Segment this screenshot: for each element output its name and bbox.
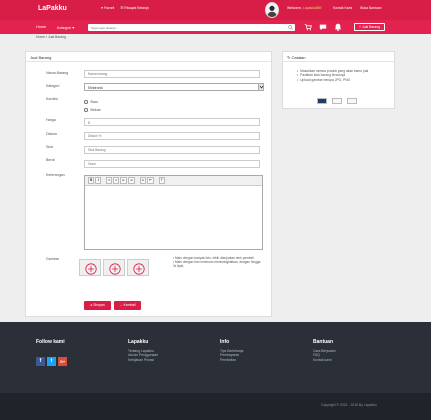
bantuan-link[interactable]: Buka Bantuan (360, 6, 381, 10)
search-box (88, 24, 295, 31)
catatan-title: ✎ Catatan (283, 52, 394, 62)
message-icon[interactable] (319, 23, 327, 31)
kontak-link[interactable]: Kontak Kami (333, 6, 352, 10)
label-kategori: Kategori (46, 84, 60, 88)
berat-input[interactable] (84, 160, 260, 168)
label-keterangan: Keterangan (46, 173, 65, 177)
chevron-down-icon (258, 84, 264, 90)
catatan-panel: ✎ Catatan Masukkan semua produk yang aka… (282, 51, 395, 109)
footer-lapakku-title: Lapakku (128, 339, 149, 345)
label-stok: Stok (46, 145, 54, 149)
edit-icon: ✎ (287, 55, 291, 60)
bank-logo-icon (332, 98, 342, 104)
radio-circle[interactable] (84, 108, 88, 112)
footer-bantuan-links: Cara Berjualan FAQ Kontak kami (313, 349, 336, 362)
label-gambar: Gambar (46, 257, 59, 261)
outdent-button[interactable]: ⇤ (120, 177, 127, 184)
keterangan-editor[interactable]: B I ≡ ≡ ⇤ ⇥ ∞ ↶ ? (84, 175, 263, 250)
jual-barang-panel: Jual Barang Nama Barang Kategori Elektro… (25, 51, 272, 317)
radio-bekas[interactable]: Bekas (84, 108, 101, 112)
avatar[interactable] (265, 2, 279, 18)
panel-title: Jual Barang (26, 52, 271, 62)
gambar-note: • Main dengan banyak foto, lebih dianjur… (173, 256, 261, 269)
label-berat: Berat (46, 158, 55, 162)
nav-kategori[interactable]: Kategori ▾ (57, 25, 74, 30)
kembali-button[interactable]: ← Kembali (114, 301, 141, 310)
image-upload-slot[interactable] (103, 259, 125, 276)
bullet-list-button[interactable]: ≡ (113, 177, 120, 184)
jual-barang-button[interactable]: + Jual Barang (354, 23, 385, 31)
bank-logo-icon (347, 98, 357, 104)
radio-circle[interactable] (84, 100, 88, 104)
bell-icon[interactable] (334, 23, 342, 31)
nav-icons (304, 23, 342, 31)
label-diskon: Diskon (46, 132, 57, 136)
label-nama: Nama Barang (46, 71, 69, 75)
editor-toolbar: B I ≡ ≡ ⇤ ⇥ ∞ ↶ ? (85, 176, 262, 186)
brand-logo[interactable]: LaPakku (38, 5, 67, 12)
ordered-list-button[interactable]: ≡ (106, 177, 113, 184)
footer-link[interactable]: Kontak kami (313, 358, 336, 362)
footer-follow-title: Follow kami (36, 339, 65, 345)
add-image-icon (133, 262, 145, 275)
bold-button[interactable]: B (88, 177, 95, 184)
twitter-icon[interactable]: t (47, 357, 56, 366)
label-harga: Harga (46, 118, 56, 122)
welcome-text: Welcome, Lapakku889 (287, 6, 322, 10)
top-right-links: Kontak Kami Buka Bantuan (333, 6, 382, 10)
top-bar: LaPakku ♥ Favorit ☰ Riwayat Belanja Welc… (0, 0, 431, 20)
favorit-link[interactable]: ♥ Favorit (101, 6, 114, 10)
footer-info-title: Info (220, 339, 230, 345)
help-button[interactable]: ? (158, 177, 165, 184)
footer-info-links: Tips Berbelanja Pembayaran Pembelian (220, 349, 243, 362)
top-links: ♥ Favorit ☰ Riwayat Belanja (101, 6, 149, 10)
bank-logo-icon (317, 98, 327, 104)
nav-bar: Home Kategori ▾ + Jual Barang (0, 20, 431, 34)
social-links: f t G+ (36, 357, 67, 366)
simpan-button[interactable]: ● Simpan (84, 301, 111, 310)
catatan-list: Masukkan semua produk yang akan kamu jua… (297, 69, 368, 82)
harga-input[interactable]: 0 (84, 118, 260, 126)
diskon-input[interactable] (84, 132, 260, 140)
undo-button[interactable]: ↶ (146, 177, 154, 184)
cart-icon[interactable] (304, 23, 312, 31)
footer: Follow kami f t G+ Lapakku Tentang Lapak… (0, 322, 431, 393)
stok-input[interactable] (84, 146, 260, 154)
label-kondisi: Kondisi (46, 97, 58, 101)
search-icon[interactable] (288, 25, 293, 30)
image-upload-slot[interactable] (79, 259, 101, 276)
link-button[interactable]: ∞ (139, 177, 146, 184)
kategori-select[interactable]: Elektronik (84, 83, 264, 91)
copyright-bar: Copyright © 2015 - 2016 By Lapakku (0, 393, 431, 420)
search-input[interactable] (88, 24, 268, 31)
username-link[interactable]: Lapakku889 (303, 6, 321, 10)
nav-home[interactable]: Home (36, 25, 46, 29)
nama-input[interactable] (84, 70, 260, 78)
list-item: Upload gambar berupa JPG, PNG (297, 78, 368, 82)
footer-link[interactable]: Kebijakan Privasi (128, 358, 158, 362)
add-image-icon (85, 262, 97, 275)
footer-lapakku-links: Tentang Lapakku Aturan Penggunaan Kebija… (128, 349, 158, 362)
footer-link[interactable]: Pembelian (220, 358, 243, 362)
footer-bantuan-title: Bantuan (313, 339, 333, 345)
facebook-icon[interactable]: f (36, 357, 45, 366)
breadcrumb: Home / Jual Barang (36, 35, 66, 39)
image-upload-slot[interactable] (127, 259, 149, 276)
google-plus-icon[interactable]: G+ (58, 357, 67, 366)
indent-button[interactable]: ⇥ (127, 177, 135, 184)
italic-button[interactable]: I (95, 177, 102, 184)
copyright-text: Copyright © 2015 - 2016 By Lapakku (321, 403, 377, 407)
add-image-icon (109, 262, 121, 275)
riwayat-link[interactable]: ☰ Riwayat Belanja (120, 6, 148, 10)
radio-baru[interactable]: Baru (84, 100, 98, 104)
